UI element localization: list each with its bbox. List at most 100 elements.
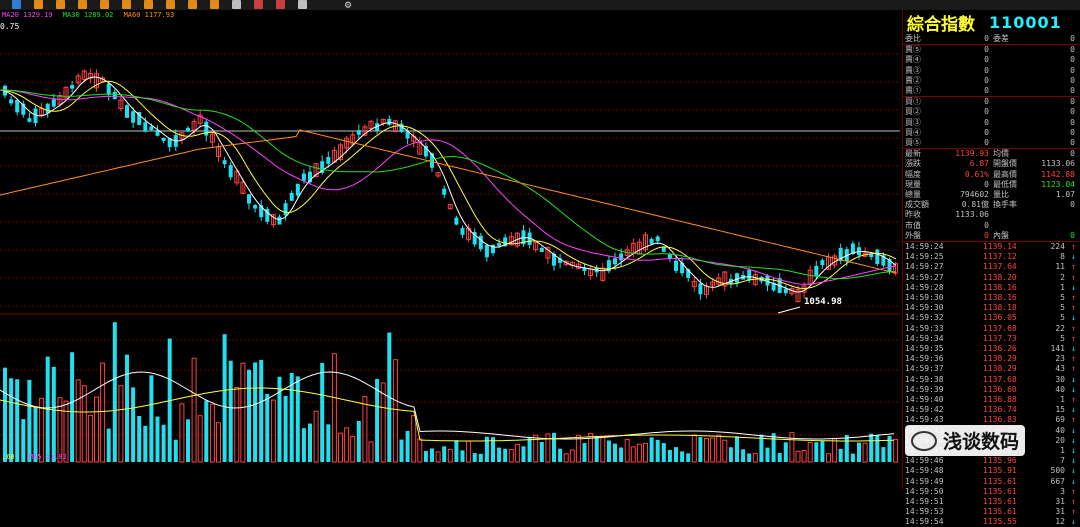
volume-bar-down	[674, 447, 678, 462]
volume-bar-down	[619, 447, 624, 462]
volume-bar-down	[161, 424, 166, 462]
candle-down	[112, 91, 117, 100]
number-9-icon[interactable]	[210, 0, 219, 9]
arrow-up-icon: ↑	[1071, 262, 1076, 272]
note-icon[interactable]	[298, 0, 307, 9]
tick-time: 14:59:38	[905, 374, 944, 384]
volume-bar-down	[869, 433, 874, 462]
pen-icon[interactable]	[254, 0, 263, 9]
number-4-icon[interactable]	[100, 0, 109, 9]
stat-row: 漲跌 6.87 開盤價 1133.06	[903, 159, 1079, 169]
number-2-icon[interactable]	[56, 0, 65, 9]
volume-bar-down	[15, 379, 20, 462]
order-book-row: 買② 0 0	[903, 107, 1079, 117]
number-5-icon[interactable]	[122, 0, 131, 9]
stat-label: 均價	[993, 149, 1009, 159]
volume-bar-down	[405, 430, 410, 462]
stat-label: 量比	[993, 190, 1009, 199]
quote-value: 0	[1070, 138, 1075, 147]
tick-price: 1135.96	[983, 456, 1017, 466]
volume-bar-up	[81, 385, 87, 463]
tick-price: 1136.05	[983, 313, 1017, 323]
stock-icon[interactable]	[12, 0, 21, 9]
watermark: 浅谈数码	[905, 425, 1026, 456]
tick-row: 14:59:28 1138.16 1 ↓	[903, 283, 1079, 293]
quote-label: 賣③	[905, 65, 921, 75]
quote-label: 賣⑤	[905, 45, 921, 55]
candle-down	[9, 99, 14, 104]
stat-row: 昨收 1133.06	[903, 210, 1079, 220]
volume-bar-down	[112, 322, 117, 462]
volume-bar-down	[777, 453, 782, 462]
clear-icon[interactable]	[276, 0, 285, 9]
tick-row: 14:59:43 1136.83 69 ↑	[903, 415, 1079, 425]
volume-ma-legend: MA5 11.82	[28, 453, 67, 461]
candle-down	[619, 253, 624, 261]
index-name: 綜合指數	[907, 14, 975, 35]
candle-down	[186, 127, 190, 132]
volume-bar-down	[613, 443, 617, 462]
tick-time: 14:59:53	[905, 507, 944, 517]
tool-icon[interactable]	[232, 0, 241, 9]
tick-price: 1137.64	[983, 262, 1017, 272]
arrow-up-icon: ↑	[1071, 354, 1076, 364]
volume-bar-up	[234, 386, 240, 463]
gear-icon[interactable]: ⚙	[342, 0, 354, 10]
volume-bar-down	[222, 334, 227, 462]
volume-bar-up	[209, 403, 215, 463]
quote-value: 0	[984, 138, 989, 147]
tick-volume: 5	[1060, 313, 1065, 323]
stat-value: 6.87	[969, 159, 989, 169]
tick-time: 14:59:51	[905, 497, 944, 506]
volume-bar-down	[9, 378, 14, 462]
tick-time: 14:59:24	[905, 242, 944, 251]
tick-time: 14:59:42	[905, 405, 944, 415]
tick-price: 1136.88	[983, 395, 1017, 404]
volume-bar-up	[752, 452, 758, 463]
tick-volume: 5	[1060, 293, 1065, 302]
quote-label: 賣①	[905, 86, 921, 95]
arrow-down-icon: ↓	[1071, 435, 1076, 445]
tick-volume: 667	[1050, 476, 1065, 486]
tick-volume: 2	[1060, 272, 1065, 282]
arrow-down-icon: ↓	[1071, 384, 1076, 394]
number-1-icon[interactable]	[34, 0, 43, 9]
number-3-icon[interactable]	[78, 0, 87, 9]
number-6-icon[interactable]	[144, 0, 153, 9]
quote-value: 0	[984, 97, 989, 107]
tick-price: 1135.61	[983, 476, 1017, 486]
volume-bar-down	[686, 453, 691, 462]
arrow-up-icon: ↑	[1071, 272, 1076, 282]
tick-row: 14:59:54 1135.55 12 ↓	[903, 517, 1079, 527]
quote-value: 0	[984, 65, 989, 75]
tick-row: 14:59:37 1138.29 43 ↑	[903, 364, 1079, 374]
volume-bar-up	[801, 450, 807, 463]
candle-down	[277, 216, 282, 225]
number-8-icon[interactable]	[188, 0, 197, 9]
stat-row: 市值 0	[903, 221, 1079, 231]
tick-row: 14:59:27 1137.64 11 ↑	[903, 262, 1079, 272]
top-price-label: 0.75	[0, 22, 20, 31]
tick-volume: 7	[1060, 456, 1065, 466]
tick-time: 14:59:28	[905, 282, 944, 292]
candle-down	[539, 247, 544, 253]
arrow-down-icon: ↓	[1071, 313, 1076, 323]
volume-bar-down	[247, 369, 251, 462]
tick-row: 14:59:46 1135.96 7 ↓	[903, 456, 1079, 466]
kline-chart[interactable]	[0, 10, 900, 490]
candle-down	[253, 205, 258, 209]
volume-bar-up	[716, 434, 722, 463]
number-7-icon[interactable]	[166, 0, 175, 9]
tick-row: 14:59:25 1137.12 8 ↓	[903, 252, 1079, 262]
tick-price: 1138.16	[983, 282, 1017, 292]
tick-volume: 5	[1060, 333, 1065, 343]
volume-bar-down	[442, 446, 447, 462]
volume-bar-down	[295, 376, 300, 462]
kline-chart-area[interactable]	[0, 10, 900, 490]
ma60-legend: MA60 1177.93	[123, 11, 175, 19]
volume-bar-down	[527, 436, 532, 462]
volume-bar-down	[814, 442, 819, 462]
watermark-text: 浅谈数码	[943, 431, 1020, 453]
tick-row: 14:59:30 1138.18 5 ↑	[903, 303, 1079, 313]
volume-bar-up	[435, 451, 441, 463]
